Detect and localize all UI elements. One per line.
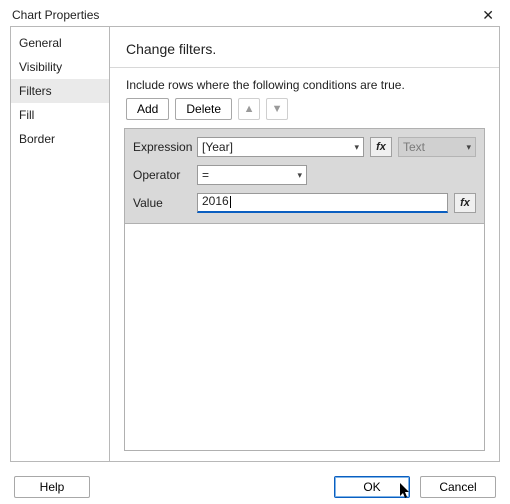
expression-select[interactable]: [Year] ▾ xyxy=(197,137,364,157)
main-panel: Change filters. Include rows where the f… xyxy=(110,26,500,462)
expression-fx-button[interactable]: fx xyxy=(370,137,392,157)
sidebar: General Visibility Filters Fill Border xyxy=(10,26,110,462)
arrow-up-icon: ▲ xyxy=(244,103,255,115)
sidebar-item-fill[interactable]: Fill xyxy=(11,103,109,127)
divider xyxy=(110,67,499,68)
sidebar-item-label: Border xyxy=(19,132,55,146)
fx-icon: fx xyxy=(460,197,470,209)
sidebar-item-visibility[interactable]: Visibility xyxy=(11,55,109,79)
arrow-down-icon: ▼ xyxy=(272,103,283,115)
filter-toolbar: Add Delete ▲ ▼ xyxy=(126,98,485,120)
chevron-down-icon: ▾ xyxy=(354,142,359,153)
expression-label: Expression xyxy=(133,140,191,154)
chevron-down-icon: ▾ xyxy=(466,142,471,153)
filter-editor: Expression [Year] ▾ fx Text ▾ Operator =… xyxy=(124,128,485,224)
section-subtitle: Include rows where the following conditi… xyxy=(126,78,485,92)
chevron-down-icon: ▾ xyxy=(297,170,302,181)
operator-value: = xyxy=(202,168,209,182)
expression-type-select: Text ▾ xyxy=(398,137,476,157)
value-label: Value xyxy=(133,196,191,210)
text-caret xyxy=(230,196,231,208)
cancel-button[interactable]: Cancel xyxy=(420,476,496,498)
ok-button[interactable]: OK xyxy=(334,476,410,498)
add-button[interactable]: Add xyxy=(126,98,169,120)
operator-label: Operator xyxy=(133,168,191,182)
section-heading: Change filters. xyxy=(126,41,485,57)
sidebar-item-border[interactable]: Border xyxy=(11,127,109,151)
value-input-text: 2016 xyxy=(202,194,229,208)
title-bar: Chart Properties ✕ xyxy=(0,0,510,26)
sidebar-item-label: Visibility xyxy=(19,60,62,74)
delete-button[interactable]: Delete xyxy=(175,98,232,120)
sidebar-item-label: General xyxy=(19,36,62,50)
sidebar-item-general[interactable]: General xyxy=(11,31,109,55)
expression-value: [Year] xyxy=(202,140,233,154)
fx-icon: fx xyxy=(376,141,386,153)
help-button[interactable]: Help xyxy=(14,476,90,498)
sidebar-item-label: Fill xyxy=(19,108,34,122)
value-fx-button[interactable]: fx xyxy=(454,193,476,213)
filter-blank-area xyxy=(124,224,485,451)
expression-type-value: Text xyxy=(403,140,425,154)
sidebar-item-label: Filters xyxy=(19,84,52,98)
operator-select[interactable]: = ▾ xyxy=(197,165,307,185)
dialog-footer: Help OK Cancel xyxy=(0,476,510,498)
move-down-button[interactable]: ▼ xyxy=(266,98,288,120)
sidebar-item-filters[interactable]: Filters xyxy=(11,79,109,103)
value-input[interactable]: 2016 xyxy=(197,193,448,213)
window-title: Chart Properties xyxy=(12,8,99,22)
close-icon[interactable]: ✕ xyxy=(476,6,500,24)
move-up-button[interactable]: ▲ xyxy=(238,98,260,120)
